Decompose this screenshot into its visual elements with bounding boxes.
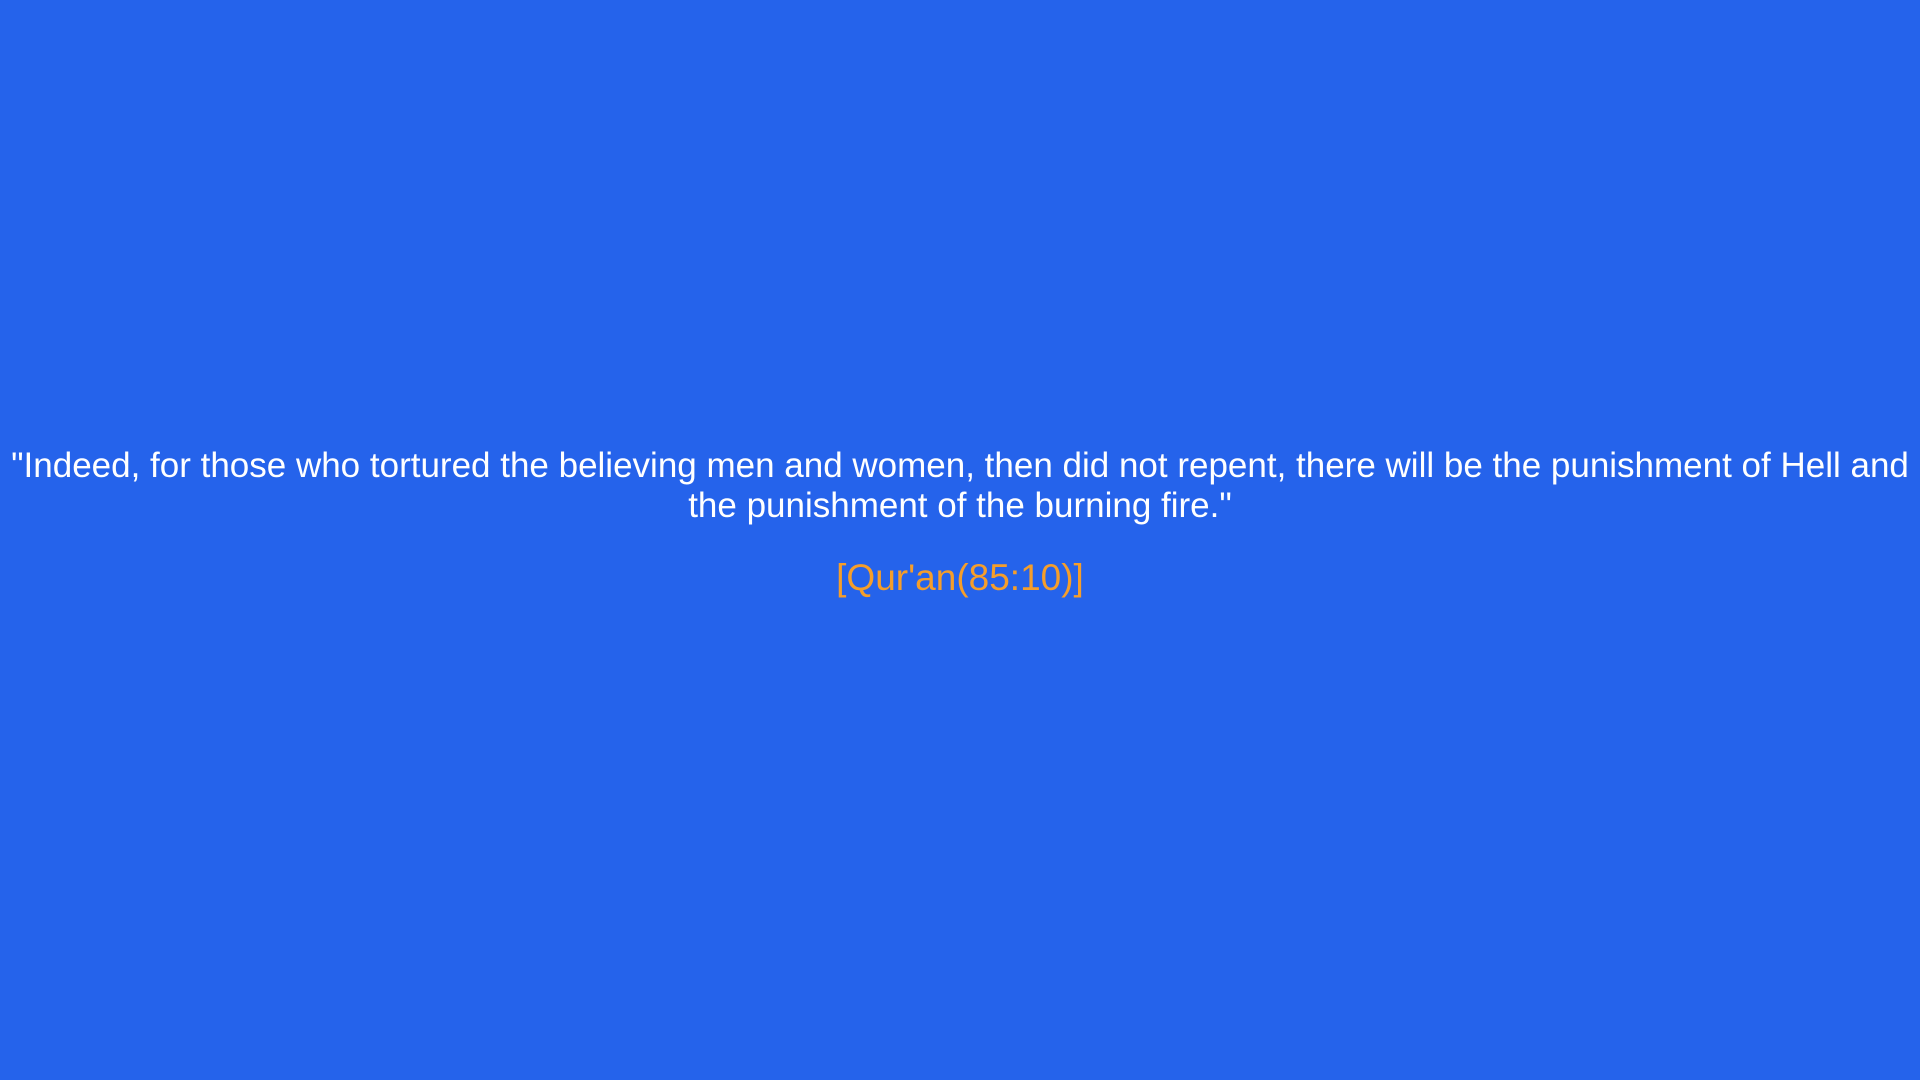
quote-text: "Indeed, for those who tortured the beli…	[11, 446, 1909, 525]
quote-source: [Qur'an(85:10)]	[836, 557, 1084, 598]
quote-screen: "Indeed, for those who tortured the beli…	[0, 0, 1920, 1080]
quote-block: "Indeed, for those who tortured the beli…	[0, 446, 1920, 600]
